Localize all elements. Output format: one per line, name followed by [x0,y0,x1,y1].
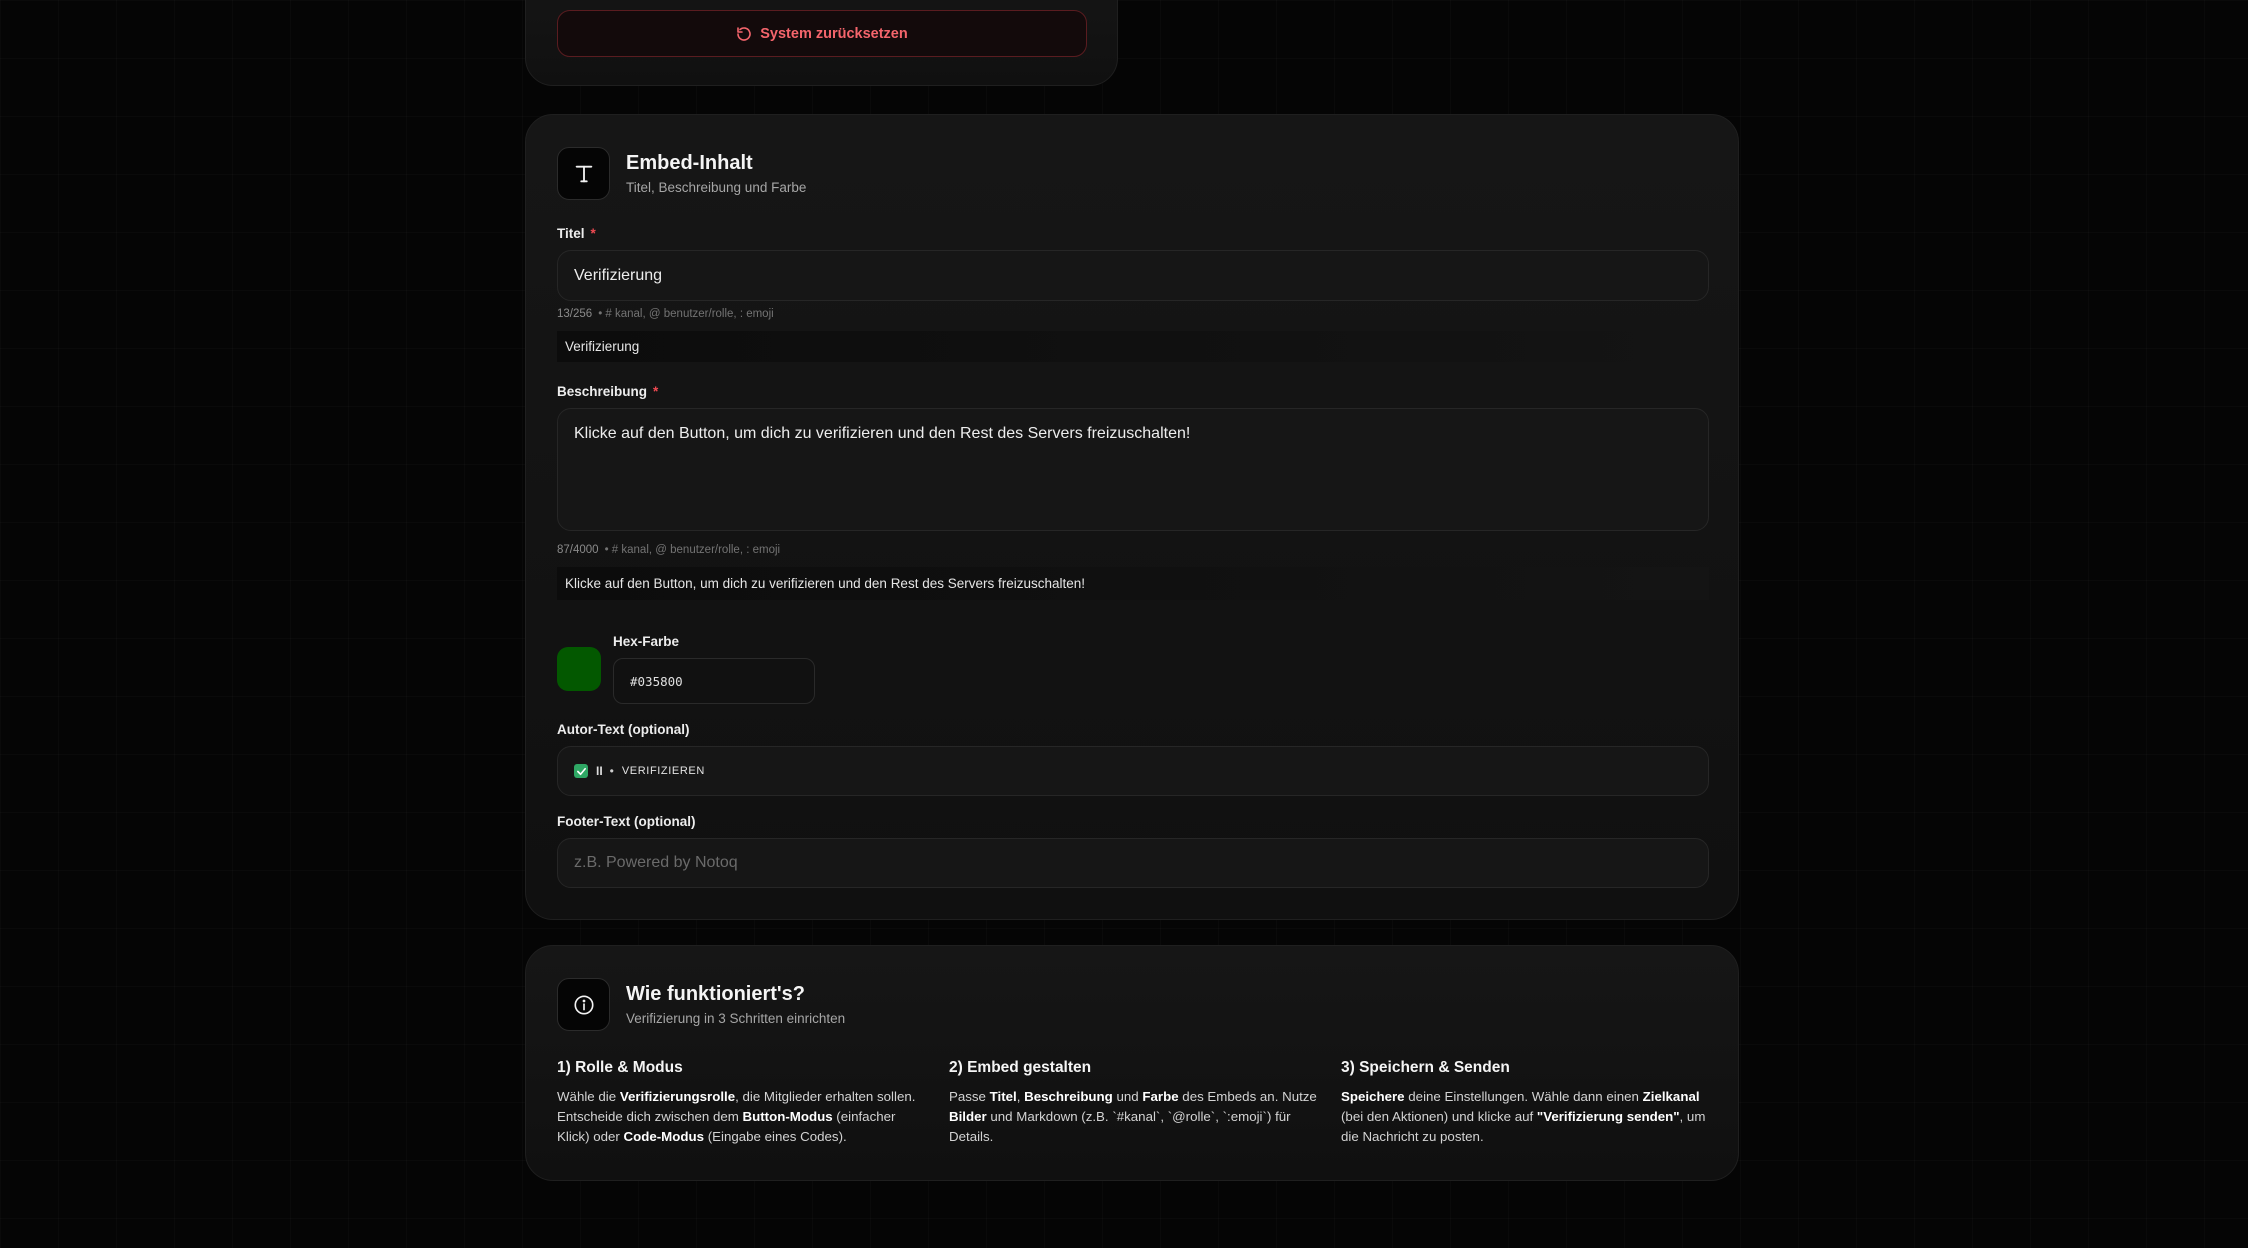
info-icon [557,978,610,1031]
author-text-value: VERIFIZIEREN [621,765,705,777]
title-format-hint: • # kanal, @ benutzer/rolle, : emoji [598,308,774,320]
embed-content-card: Embed-Inhalt Titel, Beschreibung und Far… [525,114,1739,920]
embed-section-subtitle: Titel, Beschreibung und Farbe [626,180,807,195]
color-swatch[interactable] [557,647,601,691]
how-it-works-title: Wie funktioniert's? [626,983,806,1005]
step-1-title: 1) Rolle & Modus [557,1059,683,1076]
step-1: 1) Rolle & Modus Wähle die Verifizierung… [557,1059,925,1147]
footer-text-input[interactable]: z.B. Powered by Notoq [557,838,1709,888]
separator-dot: • [609,764,614,778]
description-format-hint: • # kanal, @ benutzer/rolle, : emoji [604,544,781,556]
title-label: Titel * [557,226,596,241]
title-char-counter: 13/256 • # kanal, @ benutzer/rolle, : emo… [557,308,774,320]
description-char-counter: 87/4000 • # kanal, @ benutzer/rolle, : em… [557,544,781,556]
step-1-text: Wähle die Verifizierungsrolle, die Mitgl… [557,1089,916,1144]
how-it-works-subtitle: Verifizierung in 3 Schritten einrichten [626,1011,846,1026]
author-text-label: Autor-Text (optional) [557,722,690,737]
step-2: 2) Embed gestalten Passe Titel, Beschrei… [949,1059,1317,1147]
required-mark: * [653,384,659,399]
text-format-icon [557,147,610,200]
how-it-works-card: Wie funktioniert's? Verifizierung in 3 S… [525,945,1739,1181]
hex-color-input[interactable]: #035800 [613,658,815,704]
step-3-text: Speichere deine Einstellungen. Wähle dan… [1341,1089,1706,1144]
step-3-title: 3) Speichern & Senden [1341,1059,1510,1076]
title-input[interactable]: Verifizierung [557,250,1709,301]
description-textarea[interactable]: Klicke auf den Button, um dich zu verifi… [557,408,1709,531]
reset-card: System zurücksetzen [525,0,1118,86]
required-mark: * [590,226,596,241]
reset-icon [737,26,752,41]
title-preview: Verifizierung [557,331,1709,362]
step-2-text: Passe Titel, Beschreibung und Farbe des … [949,1089,1317,1144]
step-3: 3) Speichern & Senden Speichere deine Ei… [1341,1059,1709,1147]
check-icon [574,764,588,778]
embed-section-title: Embed-Inhalt [626,152,753,174]
footer-text-label: Footer-Text (optional) [557,814,696,829]
reset-system-button[interactable]: System zurücksetzen [557,10,1087,57]
description-label: Beschreibung * [557,384,659,399]
pause-glyph: II [596,764,603,778]
hex-color-label: Hex-Farbe [613,634,680,649]
reset-system-label: System zurücksetzen [760,25,908,42]
author-text-input[interactable]: II • VERIFIZIEREN [557,746,1709,796]
description-preview: Klicke auf den Button, um dich zu verifi… [557,567,1709,600]
step-2-title: 2) Embed gestalten [949,1059,1092,1076]
